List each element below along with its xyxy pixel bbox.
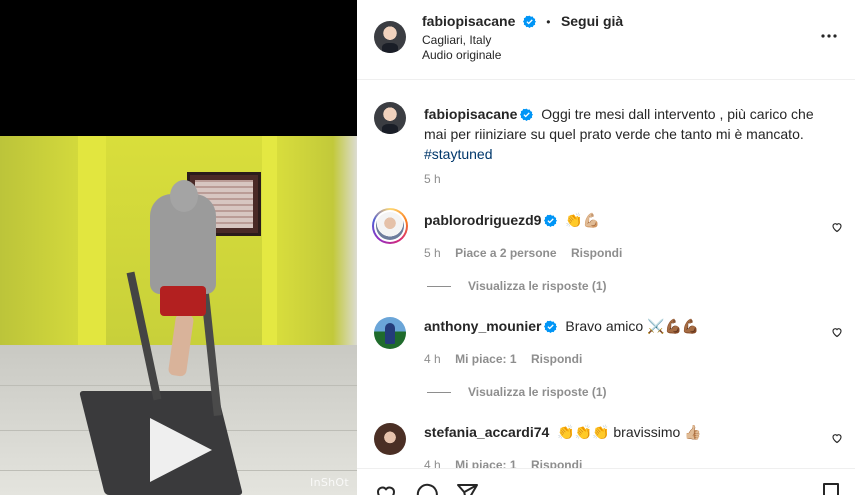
post-details-panel: fabiopisacane • Segui già Cagliari, Ital…: [357, 0, 855, 495]
comment-bubble-icon[interactable]: [414, 482, 440, 495]
verified-badge-icon: [544, 320, 558, 333]
like-heart-icon[interactable]: [831, 326, 843, 338]
comment-text: 👏💪🏼: [565, 212, 601, 228]
post-author-username[interactable]: fabiopisacane: [422, 13, 515, 29]
comment-time[interactable]: 5 h: [424, 246, 441, 260]
comment-text: 👏👏👏 bravissimo 👍🏼: [557, 424, 702, 440]
post-media[interactable]: InShOt: [0, 0, 357, 495]
video-watermark: InShOt: [310, 476, 349, 489]
view-replies-button[interactable]: Visualizza le risposte (1): [468, 279, 607, 293]
comment-row: pablorodriguezd9 👏💪🏼: [424, 212, 600, 229]
story-ring[interactable]: [372, 208, 408, 244]
verified-badge-icon: [520, 108, 534, 121]
header-separator: •: [546, 15, 551, 29]
comment-likes[interactable]: Mi piace: 1: [455, 458, 516, 468]
comment-row: anthony_mounier Bravo amico ⚔️💪🏾💪🏾: [424, 318, 699, 335]
like-heart-icon[interactable]: [831, 432, 843, 444]
video-frame[interactable]: InShOt: [0, 136, 357, 495]
avatar[interactable]: [374, 317, 406, 349]
replies-divider: [427, 392, 451, 393]
comment-likes[interactable]: Mi piace: 1: [455, 352, 516, 366]
comments-list[interactable]: fabiopisacane Oggi tre mesi dall interve…: [357, 81, 855, 468]
avatar[interactable]: [374, 21, 406, 53]
instagram-post-modal: InShOt fabiopisacane • Segui già Cagliar…: [0, 0, 855, 495]
avatar[interactable]: [374, 423, 406, 455]
like-heart-icon[interactable]: [373, 482, 399, 495]
caption: fabiopisacane Oggi tre mesi dall interve…: [424, 104, 814, 164]
post-location[interactable]: Cagliari, Italy: [422, 33, 491, 47]
replies-divider: [427, 286, 451, 287]
comment-time[interactable]: 4 h: [424, 352, 441, 366]
caption-username[interactable]: fabiopisacane: [424, 106, 517, 122]
save-bookmark-icon[interactable]: [820, 482, 842, 495]
reply-button[interactable]: Rispondi: [571, 246, 622, 260]
caption-hashtag[interactable]: #staytuned: [424, 146, 493, 162]
share-paper-plane-icon[interactable]: [454, 482, 480, 495]
post-action-bar: [357, 468, 855, 495]
comment-likes[interactable]: Piace a 2 persone: [455, 246, 556, 260]
caption-text-line1: Oggi tre mesi dall intervento , più cari…: [541, 106, 814, 122]
comment-username[interactable]: anthony_mounier: [424, 318, 541, 334]
verified-badge-icon: [522, 15, 536, 28]
comment-text: Bravo amico ⚔️💪🏾💪🏾: [565, 318, 700, 334]
comment-username[interactable]: stefania_accardi74: [424, 424, 549, 440]
verified-badge-icon: [544, 214, 558, 227]
caption-time[interactable]: 5 h: [424, 172, 441, 186]
post-header: fabiopisacane • Segui già Cagliari, Ital…: [357, 0, 855, 80]
play-icon[interactable]: [150, 418, 212, 482]
caption-text-line2: mai per riiniziare su quel prato verde c…: [424, 126, 804, 142]
caption-avatar[interactable]: [374, 102, 406, 134]
view-replies-button[interactable]: Visualizza le risposte (1): [468, 385, 607, 399]
comment-username[interactable]: pablorodriguezd9: [424, 212, 541, 228]
more-horizontal-icon[interactable]: [820, 31, 838, 41]
reply-button[interactable]: Rispondi: [531, 458, 582, 468]
post-audio[interactable]: Audio originale: [422, 48, 501, 62]
like-heart-icon[interactable]: [831, 221, 843, 233]
comment-row: stefania_accardi74 👏👏👏 bravissimo 👍🏼: [424, 424, 702, 441]
following-button[interactable]: Segui già: [561, 13, 623, 29]
comment-time[interactable]: 4 h: [424, 458, 441, 468]
reply-button[interactable]: Rispondi: [531, 352, 582, 366]
avatar[interactable]: [376, 212, 404, 240]
